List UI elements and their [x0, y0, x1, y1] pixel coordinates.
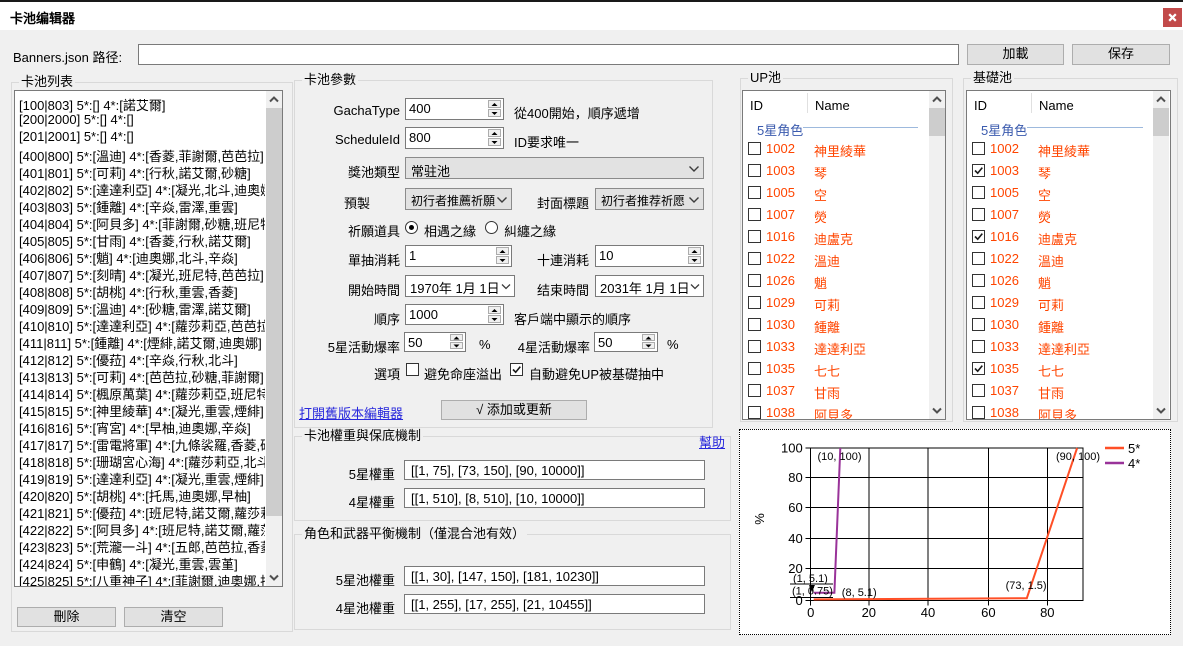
- svg-text:(1, 5.1): (1, 5.1): [793, 573, 828, 585]
- svg-text:80: 80: [788, 470, 802, 485]
- svg-text:0: 0: [807, 605, 814, 620]
- svg-text:(90, 100): (90, 100): [1056, 451, 1100, 463]
- svg-text:5*: 5*: [1128, 441, 1140, 456]
- svg-text:40: 40: [788, 531, 802, 546]
- svg-text:60: 60: [788, 500, 802, 515]
- svg-text:60: 60: [981, 605, 995, 620]
- svg-text:40: 40: [921, 605, 935, 620]
- svg-text:20: 20: [862, 605, 876, 620]
- svg-text:%: %: [752, 513, 767, 525]
- svg-text:(8, 5.1): (8, 5.1): [842, 587, 877, 599]
- svg-text:80: 80: [1040, 605, 1054, 620]
- svg-text:(10, 100): (10, 100): [818, 451, 862, 463]
- svg-text:(1, 0.75): (1, 0.75): [792, 586, 833, 598]
- svg-text:4*: 4*: [1128, 456, 1140, 471]
- svg-text:(73, 1.5): (73, 1.5): [1006, 580, 1047, 592]
- svg-text:100: 100: [781, 441, 803, 456]
